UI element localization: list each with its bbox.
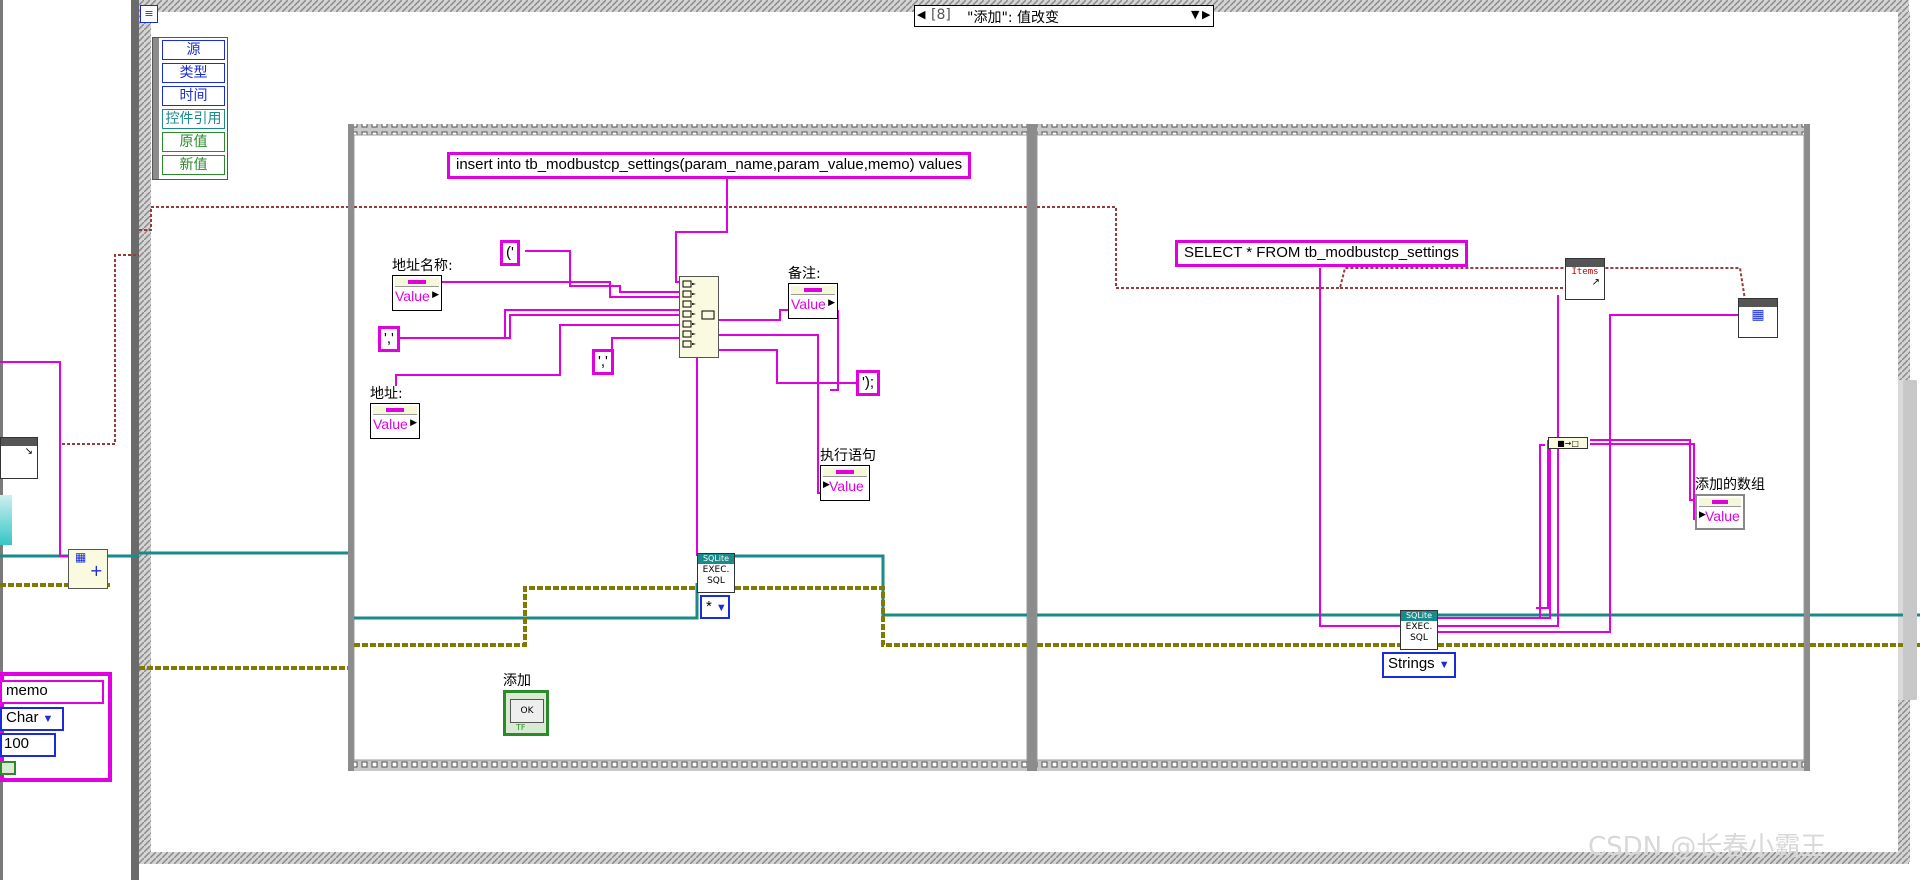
const-separator-2[interactable]: ',' <box>592 349 614 375</box>
arrow-icon: ↗ <box>1591 277 1600 288</box>
event-case-selector[interactable]: ◀ [8] "添加": 值改变 ▼ ▶ <box>914 5 1214 27</box>
numeric-100-constant[interactable]: 100 <box>0 733 56 757</box>
property-node-items[interactable]: Items ↗ <box>1565 258 1605 300</box>
event-data-item[interactable]: 类型 <box>162 63 225 83</box>
build-array-node[interactable]: ▦ + <box>68 549 108 589</box>
address-name-control[interactable]: Value ▶ <box>392 275 442 311</box>
labview-block-diagram: ◀ [8] "添加": 值改变 ▼ ▶ ≡ 源 类型 时间 控件引用 原值 新值… <box>0 0 1920 880</box>
table-property-node[interactable]: ▦ <box>1738 298 1778 338</box>
selector-index: [8] <box>931 7 951 23</box>
label-exec-statement: 执行语句 <box>820 448 876 464</box>
sqlite-badge: SQLite <box>1401 611 1437 621</box>
selector-label: "添加": 值改变 <box>967 10 1060 26</box>
wire-layer <box>0 0 1920 880</box>
event-frame-left <box>139 12 151 862</box>
selector-next-arrow[interactable]: ▶ <box>1202 8 1210 21</box>
char-enum-constant[interactable]: Char ▼ <box>0 707 64 731</box>
memo-control[interactable]: Value ▶ <box>788 283 838 319</box>
char-enum-text: Char <box>6 709 39 726</box>
selector-dropdown-icon[interactable]: ▼ <box>1191 8 1199 21</box>
teal-indicator-fragment <box>0 495 12 545</box>
add-button-terminal[interactable]: OK TF <box>503 690 549 736</box>
sqlite-exec-sql-node[interactable]: SQLite EXEC. SQL <box>697 553 735 593</box>
value-text: Value <box>373 416 408 432</box>
tf-text: TF <box>516 723 526 732</box>
array-index-node[interactable]: ■→□ <box>1548 437 1588 449</box>
address-control[interactable]: Value ▶ <box>370 403 420 439</box>
exec-label: EXEC. <box>1405 622 1433 632</box>
event-data-item[interactable]: 源 <box>162 40 225 60</box>
value-text: Value <box>791 296 826 312</box>
event-data-item[interactable]: 原值 <box>162 132 225 152</box>
event-data-node: 源 类型 时间 控件引用 原值 新值 <box>152 37 228 180</box>
left-property-node[interactable]: ↘ <box>0 437 38 479</box>
label-address: 地址: <box>370 386 403 402</box>
arrow-icon: ↘ <box>24 446 33 457</box>
ok-text: OK <box>520 706 534 716</box>
star-enum-text: * <box>706 598 712 615</box>
memo-string-constant[interactable]: memo <box>0 680 104 704</box>
sql-label: SQL <box>707 576 725 586</box>
label-add-button: 添加 <box>503 673 531 689</box>
event-data-item[interactable]: 新值 <box>162 155 225 175</box>
sequence-frame-divider <box>1027 124 1037 771</box>
value-text: Value <box>1705 508 1740 524</box>
added-array-indicator[interactable]: Value ▶ <box>1695 494 1745 530</box>
exec-statement-indicator[interactable]: Value ▶ <box>820 465 870 501</box>
event-data-item[interactable]: 控件引用 <box>162 109 225 129</box>
label-added-array: 添加的数组 <box>1695 477 1765 493</box>
sql-insert-constant[interactable]: insert into tb_modbustcp_settings(param_… <box>447 152 972 179</box>
const-open-paren[interactable]: (' <box>500 240 520 266</box>
concatenate-strings-node[interactable] <box>679 276 719 358</box>
table-icon: ▦ <box>1751 307 1765 323</box>
while-loop-left-edge <box>131 0 139 880</box>
label-address-name: 地址名称: <box>392 258 453 274</box>
dropdown-icon: ▼ <box>1438 659 1450 671</box>
boolean-constant[interactable] <box>0 761 16 775</box>
value-text: Value <box>395 288 430 304</box>
sqlite-badge: SQLite <box>698 554 734 564</box>
sequence-frame-top <box>348 124 1810 135</box>
star-enum-constant[interactable]: * ▼ <box>700 595 730 619</box>
dropdown-icon: ▼ <box>42 713 54 725</box>
items-text: Items <box>1571 267 1599 277</box>
plus-icon: + <box>89 561 103 580</box>
strings-enum-constant[interactable]: Strings ▼ <box>1382 652 1456 678</box>
loop-iteration-terminal: ≡ <box>140 5 158 23</box>
dropdown-icon: ▼ <box>715 602 727 614</box>
watermark: CSDN @长春小霸王 <box>1588 832 1827 862</box>
event-data-item[interactable]: 时间 <box>162 86 225 106</box>
sql-select-constant[interactable]: SELECT * FROM tb_modbustcp_settings <box>1175 240 1468 267</box>
sequence-frame-bottom <box>348 760 1810 771</box>
strings-enum-text: Strings <box>1388 655 1435 672</box>
label-memo: 备注: <box>788 266 821 282</box>
index-array-icon: ■→□ <box>1557 439 1579 448</box>
const-close-paren[interactable]: '); <box>856 370 881 396</box>
vertical-scrollbar[interactable] <box>1903 380 1917 700</box>
value-text: Value <box>829 478 864 494</box>
sql-label: SQL <box>1410 633 1428 643</box>
exec-label: EXEC. <box>702 565 730 575</box>
sqlite-exec-sql-node-right[interactable]: SQLite EXEC. SQL <box>1400 610 1438 650</box>
selector-prev-arrow[interactable]: ◀ <box>917 8 925 21</box>
concatenate-icon <box>682 280 715 348</box>
const-separator-1[interactable]: ',' <box>378 326 400 352</box>
